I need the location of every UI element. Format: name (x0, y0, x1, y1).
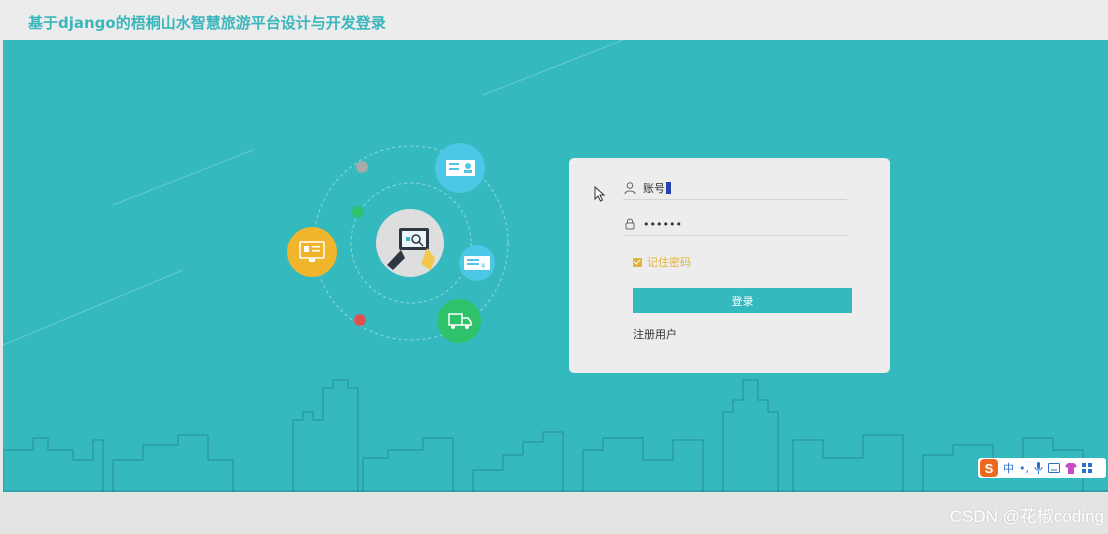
remember-password-option[interactable]: 记住密码 (633, 254, 691, 270)
register-link[interactable]: 注册用户 (633, 326, 677, 342)
keyboard-icon[interactable] (1048, 463, 1060, 473)
ime-mode-toggle[interactable]: 中 (1003, 460, 1014, 476)
login-card: 账号 •••••• 记住密码 登录 注册用户 (569, 158, 890, 373)
checkbox-icon[interactable] (633, 257, 642, 267)
watermark-text: CSDN @花椒coding (949, 507, 1104, 526)
mouse-pointer-icon (594, 186, 606, 202)
user-icon (624, 182, 636, 195)
page-title: 基于django的梧桐山水智慧旅游平台设计与开发登录 (28, 14, 386, 32)
password-field[interactable]: •••••• (623, 213, 847, 236)
shirt-icon[interactable] (1065, 462, 1077, 474)
ime-punctuation-toggle[interactable]: •, (1019, 462, 1029, 475)
text-caret (666, 182, 671, 194)
login-background: ¥ (3, 40, 1108, 492)
login-button[interactable]: 登录 (633, 288, 852, 313)
ime-logo-icon[interactable]: S (980, 459, 998, 477)
grid-icon[interactable] (1082, 463, 1092, 473)
bottom-bar (0, 492, 1108, 534)
account-input-value[interactable]: 账号 (643, 180, 665, 196)
account-field[interactable]: 账号 (623, 177, 847, 200)
mic-icon[interactable] (1034, 462, 1043, 474)
remember-password-label[interactable]: 记住密码 (647, 254, 691, 270)
password-input-value[interactable]: •••••• (643, 218, 682, 231)
ime-toolbar[interactable]: S 中 •, (978, 458, 1106, 478)
truck-icon (437, 299, 481, 343)
lock-icon (625, 218, 635, 230)
top-bar: 基于django的梧桐山水智慧旅游平台设计与开发登录 (0, 0, 1108, 40)
